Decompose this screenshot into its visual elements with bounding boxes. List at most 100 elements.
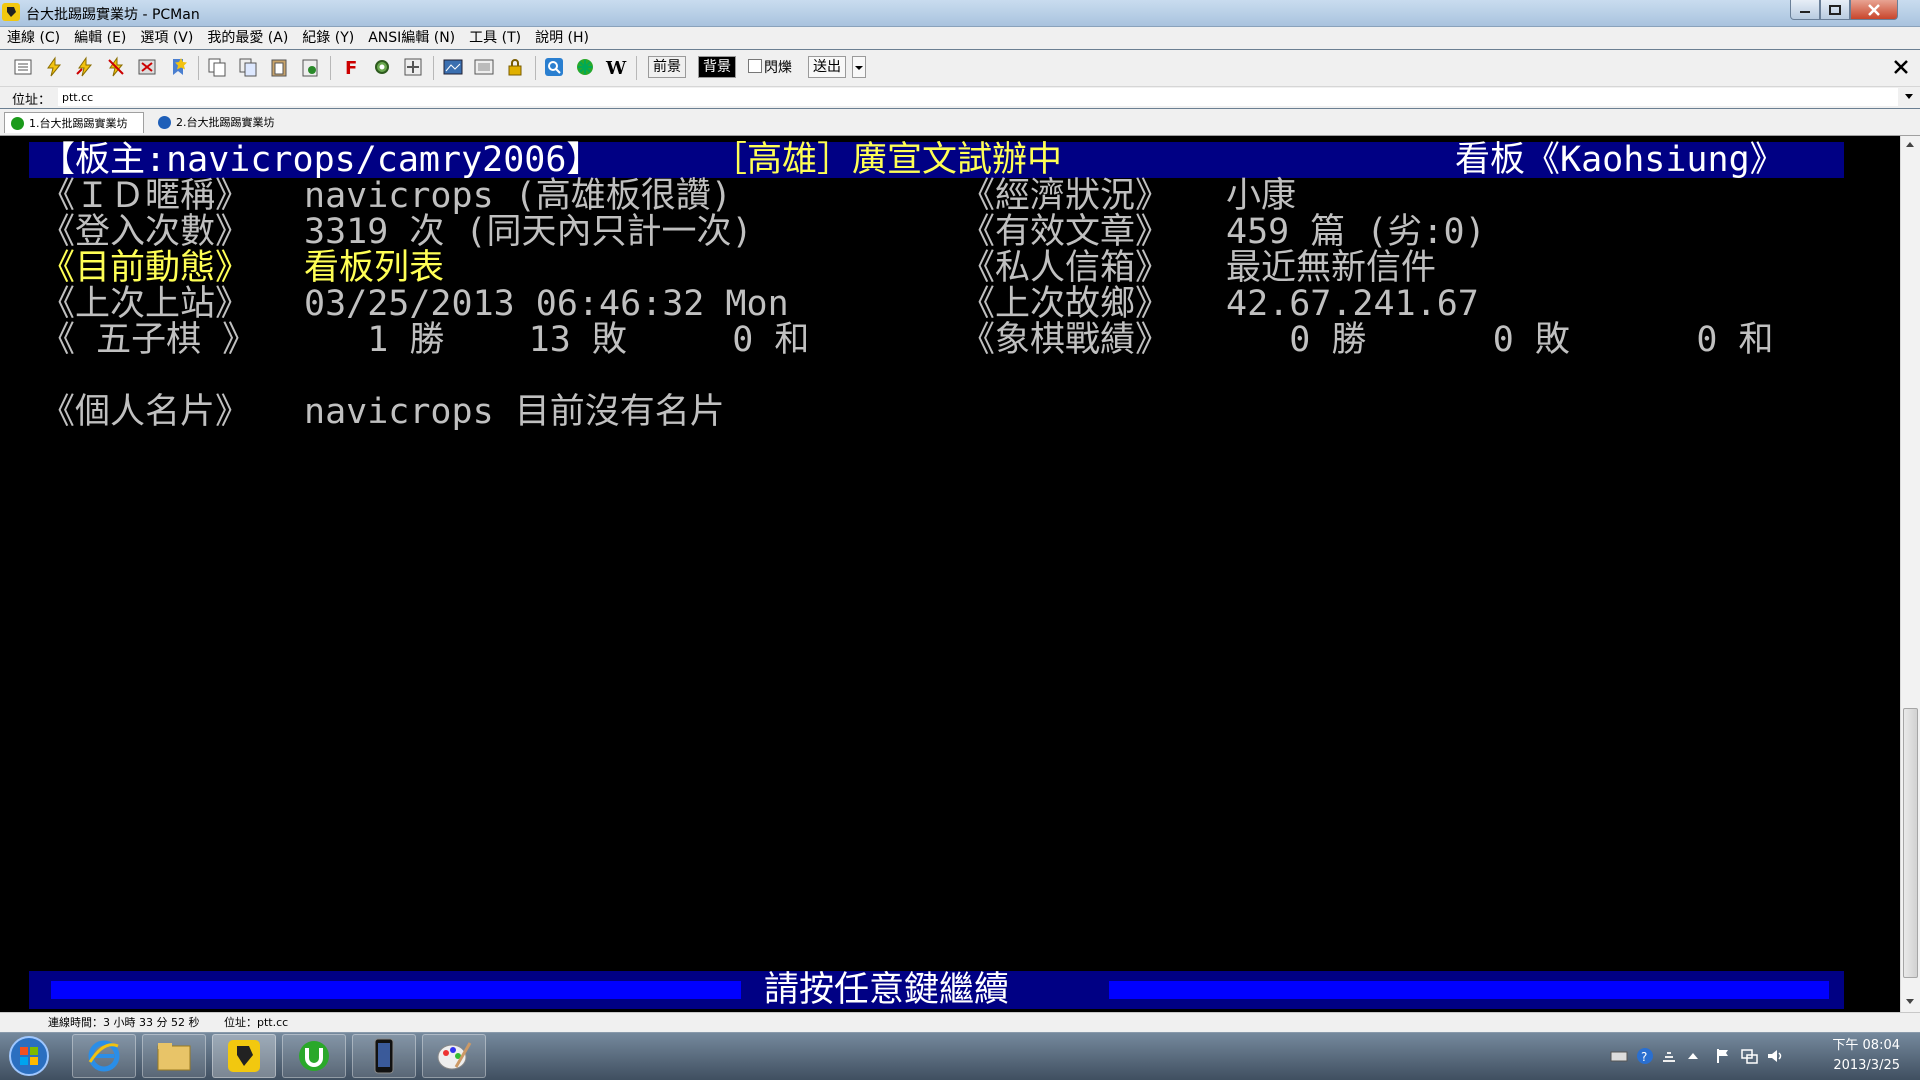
svg-text:W: W: [605, 58, 627, 78]
scroll-thumb[interactable]: [1903, 708, 1918, 978]
volume-icon[interactable]: [1766, 1047, 1784, 1065]
copy-icon[interactable]: [206, 56, 228, 78]
menu-history[interactable]: 紀錄 (Y): [295, 27, 361, 49]
send-button[interactable]: 送出: [808, 56, 846, 78]
last-host-label: 《上次故鄉》: [960, 284, 1171, 324]
close-connection-icon[interactable]: [136, 56, 158, 78]
close-tab-icon[interactable]: [1890, 56, 1912, 78]
address-label: 位址：: [12, 93, 52, 108]
vertical-scrollbar[interactable]: [1900, 136, 1920, 1012]
menu-ansi-edit[interactable]: ANSI編輯 (N): [361, 27, 462, 49]
menu-help[interactable]: 說明 (H): [528, 27, 596, 49]
close-icon: [1868, 3, 1880, 16]
toolbar: F W 前景 背景 閃爍 送出: [0, 50, 1920, 87]
user-id-label: 《ＩＤ暱稱》: [40, 176, 251, 216]
valid-posts-value: 459 篇 (劣:0): [1226, 212, 1486, 252]
last-login-value: 03/25/2013 06:46:32 Mon: [304, 284, 789, 324]
login-count-label: 《登入次數》: [40, 212, 251, 252]
chevron-down-icon[interactable]: [1904, 93, 1914, 101]
economy-label: 《經濟狀況》: [960, 176, 1171, 216]
mailbox-value: 最近無新信件: [1226, 248, 1437, 288]
lock-icon[interactable]: [504, 56, 526, 78]
tab-bar: 1.台大批踢踢實業坊 2.台大批踢踢實業坊: [0, 109, 1920, 136]
add-favorite-icon[interactable]: [167, 56, 189, 78]
address-input[interactable]: [58, 88, 1898, 106]
menu-connect[interactable]: 連線 (C): [0, 27, 67, 49]
taskbar-utorrent[interactable]: [282, 1034, 346, 1078]
window-title: 台大批踢踢實業坊 - PCMan: [26, 7, 200, 23]
menu-edit[interactable]: 編輯 (E): [67, 27, 133, 49]
taskbar: ? 下午 08:04 2013/3/25: [0, 1032, 1920, 1080]
settings-gear-icon[interactable]: [371, 56, 393, 78]
image-icon[interactable]: [442, 56, 464, 78]
maximize-button[interactable]: [1820, 0, 1850, 20]
menu-favorites[interactable]: 我的最愛 (A): [200, 27, 295, 49]
send-dropdown[interactable]: [852, 56, 866, 78]
keyboard-icon[interactable]: [1610, 1047, 1628, 1065]
maximize-icon: [1829, 4, 1841, 15]
connect-icon[interactable]: [43, 56, 65, 78]
terminal-screen[interactable]: 【板主:navicrops/camry2006】 ［高雄］廣宣文試辦中 看板《K…: [0, 136, 1900, 1012]
gomoku-label: 《 五子棋 》: [40, 320, 258, 360]
chevron-down-icon: [855, 66, 863, 70]
moderator-label: 【板主:navicrops/camry2006】: [40, 140, 602, 180]
disconnect-icon[interactable]: [105, 56, 127, 78]
board-title: ［高雄］廣宣文試辦中: [712, 140, 1063, 180]
network-status-icon[interactable]: [1660, 1047, 1678, 1065]
connected-status-icon: [158, 116, 171, 129]
scroll-up-icon[interactable]: [1905, 140, 1915, 148]
mailbox-label: 《私人信箱》: [960, 248, 1171, 288]
site-list-icon[interactable]: [12, 56, 34, 78]
action-center-flag-icon[interactable]: [1714, 1047, 1732, 1065]
font-icon[interactable]: F: [340, 56, 362, 78]
blink-checkbox[interactable]: [748, 59, 762, 73]
gomoku-record: 1 勝 13 敗 0 和: [304, 320, 810, 360]
copy-ansi-icon[interactable]: [237, 56, 259, 78]
taskbar-paint[interactable]: [422, 1034, 486, 1078]
current-activity-value: 看板列表: [304, 248, 445, 288]
background-color-button[interactable]: 背景: [698, 56, 736, 78]
internet-explorer-icon: [88, 1040, 120, 1072]
help-icon[interactable]: ?: [1636, 1047, 1654, 1065]
scroll-down-icon[interactable]: [1905, 998, 1915, 1006]
taskbar-file-explorer[interactable]: [142, 1034, 206, 1078]
pcman-icon: [2, 3, 20, 21]
taskbar-pcman[interactable]: [212, 1034, 276, 1078]
utorrent-icon: [299, 1041, 329, 1071]
pcman-icon: [228, 1040, 260, 1072]
taskbar-phone-app[interactable]: [352, 1034, 416, 1078]
system-clock[interactable]: 下午 08:04 2013/3/25: [1832, 1036, 1900, 1076]
connected-status-icon: [11, 117, 24, 130]
blink-label: 閃爍: [764, 60, 792, 76]
network-icon[interactable]: [1740, 1047, 1758, 1065]
connection-time: 連線時間：3 小時 33 分 52 秒: [48, 1016, 200, 1029]
close-button[interactable]: [1850, 0, 1898, 20]
search-icon[interactable]: [543, 56, 565, 78]
menu-bar: 連線 (C) 編輯 (E) 選項 (V) 我的最愛 (A) 紀錄 (Y) ANS…: [0, 27, 1920, 49]
fullscreen-icon[interactable]: [402, 56, 424, 78]
status-bar: 連線時間：3 小時 33 分 52 秒 位址：ptt.cc: [0, 1012, 1920, 1033]
svg-text:F: F: [345, 58, 357, 78]
menu-options[interactable]: 選項 (V): [133, 27, 200, 49]
clock-time: 下午 08:04: [1832, 1038, 1900, 1053]
tab-2[interactable]: 2.台大批踢踢實業坊: [152, 112, 292, 133]
wikipedia-icon[interactable]: W: [605, 56, 627, 78]
economy-value: 小康: [1226, 176, 1297, 216]
press-any-key-prompt[interactable]: 請按任意鍵繼續: [764, 972, 1009, 1008]
foreground-color-button[interactable]: 前景: [648, 56, 686, 78]
chess-record: 0 勝 0 敗 0 和: [1226, 320, 1774, 360]
svg-text:?: ?: [1641, 1050, 1647, 1064]
paste-icon[interactable]: [268, 56, 290, 78]
menu-tools[interactable]: 工具 (T): [462, 27, 528, 49]
screen-capture-icon[interactable]: [473, 56, 495, 78]
title-bar: 台大批踢踢實業坊 - PCMan: [0, 0, 1920, 27]
paste-file-icon[interactable]: [299, 56, 321, 78]
asterisk-plugin-icon[interactable]: [574, 56, 596, 78]
taskbar-internet-explorer[interactable]: [72, 1034, 136, 1078]
reconnect-icon[interactable]: [74, 56, 96, 78]
minimize-button[interactable]: [1790, 0, 1820, 20]
show-hidden-icons-icon[interactable]: [1684, 1047, 1702, 1065]
tab-1[interactable]: 1.台大批踢踢實業坊: [4, 112, 144, 133]
address-bar: 位址：: [0, 87, 1920, 108]
start-button-icon[interactable]: [8, 1035, 50, 1077]
